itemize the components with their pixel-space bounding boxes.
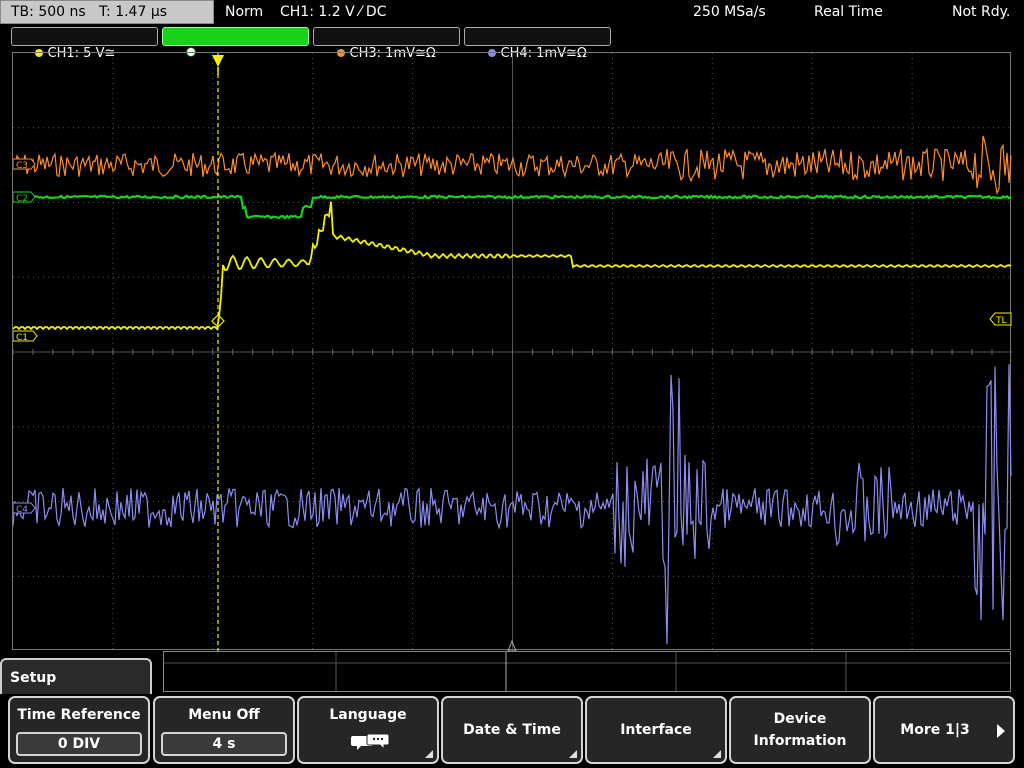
date-time-label: Date & Time bbox=[463, 722, 561, 738]
submenu-indicator-icon bbox=[425, 750, 433, 758]
time-reference-label: Time Reference bbox=[17, 707, 141, 723]
trigger-level-marker[interactable]: TL bbox=[989, 312, 1012, 326]
trigger-level-label: TL bbox=[995, 316, 1007, 326]
next-page-arrow-icon bbox=[997, 724, 1005, 738]
more-label: More 1|3 bbox=[900, 722, 970, 738]
date-time-softkey[interactable]: Date & Time bbox=[441, 696, 583, 764]
ch1-offset-marker[interactable]: C1 bbox=[13, 330, 38, 343]
menu-off-softkey[interactable]: Menu Off 4 s bbox=[153, 696, 295, 764]
submenu-indicator-icon bbox=[569, 750, 577, 758]
trigger-position-marker-icon[interactable] bbox=[212, 55, 224, 67]
trigger-mode[interactable]: Norm bbox=[225, 0, 263, 24]
channel-tab-ch2[interactable]: CH2: 20 mV≅Ω bbox=[162, 27, 309, 61]
acquisition-mode: Real Time bbox=[814, 4, 883, 20]
information-label: Information bbox=[753, 733, 847, 749]
menu-off-label: Menu Off bbox=[188, 707, 260, 723]
more-softkey[interactable]: More 1|3 bbox=[873, 696, 1015, 764]
ch4-offset-marker[interactable]: C4 bbox=[13, 502, 36, 515]
channel-tab-ch4[interactable]: CH4: 1mV≅Ω bbox=[464, 27, 611, 61]
ch2-marker-label: C2 bbox=[16, 194, 28, 204]
time-reference-value[interactable]: 0 DIV bbox=[16, 732, 142, 756]
softkey-menu: Time Reference 0 DIV Menu Off 4 s Langua… bbox=[0, 694, 1024, 768]
ch1-marker-label: C1 bbox=[16, 333, 28, 343]
device-information-softkey[interactable]: Device Information bbox=[729, 696, 871, 764]
time-reference-softkey[interactable]: Time Reference 0 DIV bbox=[8, 696, 150, 764]
device-label: Device bbox=[773, 711, 827, 727]
status-bar: TB: 500 ns T: 1.47 µs Norm CH1: 1.2 V ⁄ … bbox=[0, 0, 1024, 25]
language-label: Language bbox=[329, 707, 407, 723]
overview-strip bbox=[163, 651, 1011, 692]
trigger-setting[interactable]: CH1: 1.2 V ⁄ DC bbox=[280, 0, 386, 24]
menu-off-value[interactable]: 4 s bbox=[161, 732, 287, 756]
interface-label: Interface bbox=[620, 722, 692, 738]
ch2-offset-marker[interactable]: C2 bbox=[13, 191, 36, 204]
submenu-indicator-icon bbox=[713, 750, 721, 758]
ch4-marker-label: C4 bbox=[16, 505, 28, 515]
acquisition-status: Not Rdy. bbox=[952, 4, 1011, 20]
ch3-marker-label: C3 bbox=[16, 161, 28, 171]
language-softkey[interactable]: Language bbox=[297, 696, 439, 764]
timebase-readout[interactable]: TB: 500 ns T: 1.47 µs bbox=[0, 0, 214, 24]
channel-tabs: CH1: 5 V≅ CH2: 20 mV≅Ω CH3: 1mV≅Ω CH4: 1… bbox=[0, 26, 1024, 61]
ch3-offset-marker[interactable]: C3 bbox=[13, 158, 36, 171]
sample-rate: 250 MSa/s bbox=[693, 4, 766, 20]
waveform-canvas: C3 C2 C1 C4 TL bbox=[13, 53, 1012, 651]
waveform-display[interactable]: C3 C2 C1 C4 TL bbox=[12, 52, 1012, 651]
channel-tab-ch1[interactable]: CH1: 5 V≅ bbox=[11, 27, 158, 61]
setup-menu-title: Setup bbox=[0, 658, 152, 694]
channel-tab-ch3[interactable]: CH3: 1mV≅Ω bbox=[313, 27, 460, 61]
interface-softkey[interactable]: Interface bbox=[585, 696, 727, 764]
speech-bubble-icon bbox=[351, 733, 390, 751]
